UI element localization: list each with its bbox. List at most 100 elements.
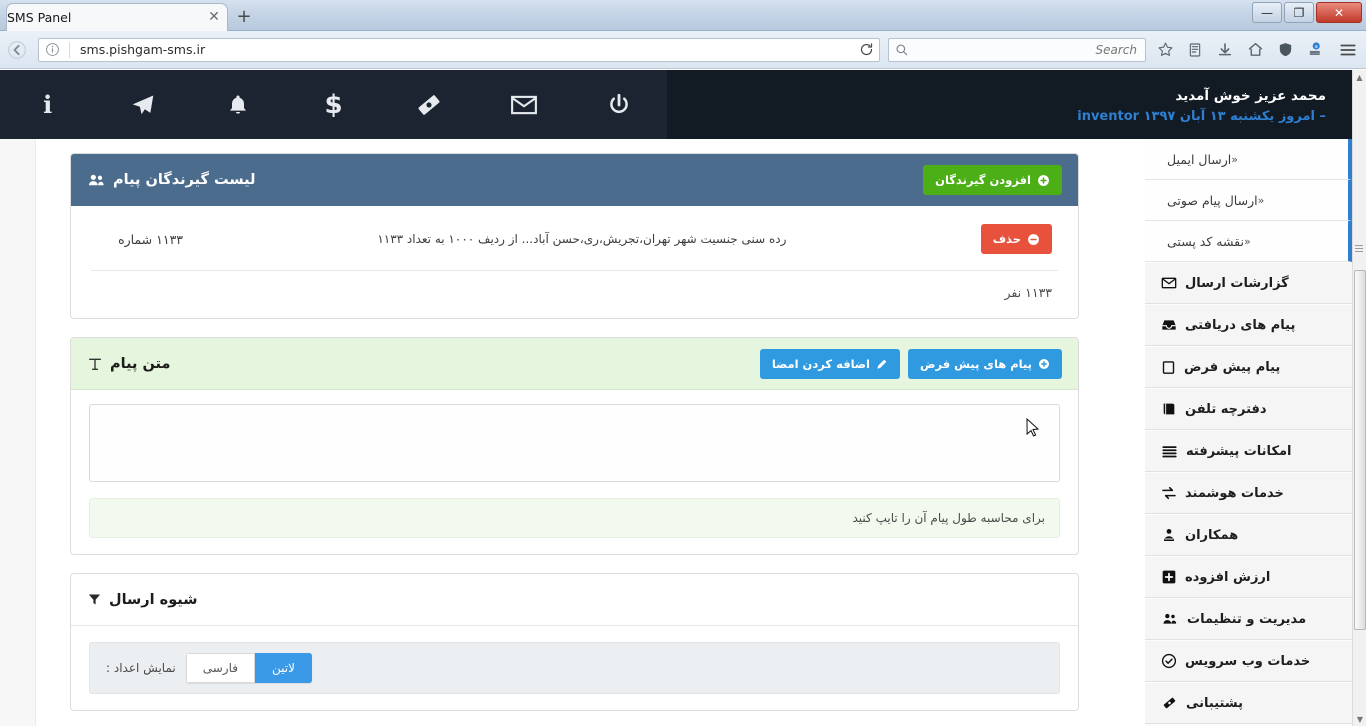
sidebar-item-label: مدیریت و تنظیمات bbox=[1187, 611, 1307, 627]
info-icon[interactable]: i bbox=[0, 70, 95, 139]
sidebar-item-4[interactable]: امکانات پیشرفته bbox=[1145, 430, 1352, 472]
filter-icon bbox=[88, 594, 101, 605]
url-bar[interactable]: sms.pishgam-sms.ir bbox=[38, 35, 880, 65]
download-icon[interactable] bbox=[1210, 35, 1240, 65]
bookmark-star-icon[interactable] bbox=[1150, 35, 1180, 65]
sidebar-item-label: خدمات هوشمند bbox=[1185, 485, 1284, 501]
sidebar-subitem[interactable]: «ارسال ایمیل bbox=[1145, 139, 1352, 180]
recipients-panel-body: حذف رده سنی جنسیت شهر تهران،تجریش،ری،حسن… bbox=[71, 206, 1078, 318]
number-display-option-row: فارسی لاتین نمایش اعداد : bbox=[89, 642, 1060, 694]
welcome-greeting: محمد عزیز خوش آمدید bbox=[1175, 88, 1326, 104]
add-recipients-button[interactable]: افزودن گیرندگان bbox=[923, 165, 1062, 195]
search-bar[interactable]: Search bbox=[888, 37, 1146, 62]
site-info-icon[interactable] bbox=[39, 35, 65, 65]
ticket-icon[interactable] bbox=[381, 70, 476, 139]
message-textarea[interactable] bbox=[89, 404, 1060, 482]
message-length-hint: برای محاسبه طول پیام آن را تایپ کنید bbox=[89, 498, 1060, 538]
sidebar-item-label: پشتیبانی bbox=[1186, 695, 1243, 711]
new-tab-button[interactable]: + bbox=[232, 6, 256, 30]
users-icon bbox=[1161, 611, 1179, 627]
sidebar-mainitems: گزارشات ارسال پیام های دریافتی پیام پیش فر… bbox=[1145, 262, 1352, 724]
power-icon[interactable] bbox=[572, 70, 667, 139]
envelope-icon[interactable] bbox=[476, 70, 571, 139]
paper-plane-icon[interactable] bbox=[95, 70, 190, 139]
send-method-title-wrap: شیوه ارسال bbox=[87, 592, 197, 608]
recipients-panel-title: لیست گیرندگان پیام bbox=[113, 172, 256, 188]
recipient-row: حذف رده سنی جنسیت شهر تهران،تجریش،ری،حسن… bbox=[91, 224, 1058, 271]
users-icon bbox=[88, 174, 104, 185]
sidebar-item-label: ارزش افزوده bbox=[1185, 569, 1271, 585]
reload-icon[interactable] bbox=[853, 39, 879, 61]
delete-recipient-button[interactable]: حذف bbox=[980, 224, 1052, 254]
url-separator bbox=[69, 41, 70, 58]
welcome-date-line: – امروز یکشنبه ۱۳ آبان ۱۳۹۷ inventor bbox=[1077, 107, 1326, 127]
default-messages-button[interactable]: پیام های پیش فرض bbox=[907, 348, 1062, 379]
text-icon bbox=[89, 358, 101, 370]
sidebar-subitem-label: ارسال پیام صوتی bbox=[1167, 192, 1258, 208]
sidebar-subitem[interactable]: «نقشه کد پستی bbox=[1145, 221, 1352, 262]
recipient-number: ۱۱۳۳ شماره bbox=[118, 231, 183, 247]
sidebar-item-5[interactable]: خدمات هوشمند bbox=[1145, 472, 1352, 514]
scroll-down-arrow[interactable]: ▼ bbox=[1353, 712, 1366, 726]
minimize-button[interactable]: — bbox=[1252, 2, 1282, 23]
sidebar-item-10[interactable]: پشتیبانی bbox=[1145, 682, 1352, 724]
app-topbar: $ i محمد عزیز خوش آمدید – امروز یکشنبه ۱… bbox=[0, 70, 1352, 139]
tab-close-icon[interactable]: ✕ bbox=[205, 9, 223, 27]
page-scrollbar[interactable]: ▲ ▼ bbox=[1352, 70, 1366, 726]
browser-tab[interactable]: ✕ SMS Panel bbox=[6, 3, 228, 31]
menu-hamburger-icon[interactable] bbox=[1330, 35, 1366, 65]
chevron-left-icon: « bbox=[1231, 152, 1238, 166]
bell-icon[interactable] bbox=[191, 70, 286, 139]
dollar-icon[interactable]: $ bbox=[286, 70, 381, 139]
close-button[interactable]: ✕ bbox=[1316, 2, 1362, 23]
back-icon[interactable] bbox=[0, 35, 34, 65]
account-icon[interactable]: a bbox=[1300, 35, 1330, 65]
add-signature-button[interactable]: اضافه کردن امضا bbox=[759, 348, 900, 379]
sidebar-item-8[interactable]: مدیریت و تنظیمات bbox=[1145, 598, 1352, 640]
chevron-left-icon: « bbox=[1257, 193, 1265, 207]
scrollbar-thumb[interactable] bbox=[1354, 270, 1366, 630]
restore-button[interactable]: ❐ bbox=[1284, 2, 1314, 23]
welcome-date: – امروز یکشنبه ۱۳ آبان ۱۳۹۷ bbox=[1143, 108, 1326, 124]
main-content: افزودن گیرندگان لیست گیرندگان پیام حذف ر… bbox=[36, 139, 1113, 726]
note-icon bbox=[1161, 360, 1176, 375]
minus-circle-icon bbox=[1028, 233, 1039, 245]
sidebar-item-label: همکاران bbox=[1185, 527, 1239, 543]
url-text: sms.pishgam-sms.ir bbox=[80, 42, 206, 57]
recipients-panel: افزودن گیرندگان لیست گیرندگان پیام حذف ر… bbox=[70, 153, 1079, 319]
scroll-up-arrow[interactable]: ▲ bbox=[1353, 70, 1366, 84]
message-panel-title-wrap: متن پیام bbox=[87, 356, 170, 372]
sidebar-item-label: خدمات وب سرویس bbox=[1185, 653, 1311, 669]
sidebar-item-1[interactable]: پیام های دریافتی bbox=[1145, 304, 1352, 346]
number-format-toggle-1[interactable]: لاتین bbox=[254, 653, 312, 683]
sidebar-item-2[interactable]: پیام پیش فرض bbox=[1145, 346, 1352, 388]
number-display-toggle[interactable]: فارسی لاتین bbox=[185, 653, 312, 683]
sidebar-item-label: امکانات پیشرفته bbox=[1186, 443, 1292, 459]
envelope-icon bbox=[1161, 275, 1177, 291]
recipients-panel-title-wrap: لیست گیرندگان پیام bbox=[87, 171, 255, 190]
chevron-left-icon: « bbox=[1243, 234, 1251, 248]
sidebar-item-6[interactable]: همکاران bbox=[1145, 514, 1352, 556]
pencil-icon bbox=[877, 359, 887, 369]
home-icon[interactable] bbox=[1240, 35, 1270, 65]
scrollbar-grip-icon bbox=[1355, 245, 1363, 252]
recipients-total-count: ۱۱۳۳ نفر bbox=[1004, 285, 1052, 300]
sidebar-subitem[interactable]: «ارسال پیام صوتی bbox=[1145, 180, 1352, 221]
sidebar-menu: «ارسال ایمیل «ارسال پیام صوتی «نقشه کد پست… bbox=[1145, 139, 1352, 726]
tab-title: SMS Panel bbox=[7, 10, 72, 25]
library-icon[interactable] bbox=[1180, 35, 1210, 65]
sidebar-item-label: دفترچه تلفن bbox=[1185, 401, 1267, 417]
sidebar-item-7[interactable]: ارزش افزوده bbox=[1145, 556, 1352, 598]
number-format-toggle-0[interactable]: فارسی bbox=[185, 653, 255, 683]
message-panel-title: متن پیام bbox=[110, 355, 171, 372]
add-signature-label: اضافه کردن امضا bbox=[771, 356, 870, 371]
plus-circle-icon bbox=[1039, 358, 1049, 369]
sidebar-item-0[interactable]: گزارشات ارسال bbox=[1145, 262, 1352, 304]
sidebar-item-9[interactable]: خدمات وب سرویس bbox=[1145, 640, 1352, 682]
send-method-title: شیوه ارسال bbox=[109, 591, 198, 608]
sidebar-item-3[interactable]: دفترچه تلفن bbox=[1145, 388, 1352, 430]
number-display-label: نمایش اعداد : bbox=[106, 661, 176, 675]
sidebar-item-label: پیام های دریافتی bbox=[1185, 317, 1296, 333]
check-circle-icon bbox=[1161, 653, 1177, 669]
shield-icon[interactable] bbox=[1270, 35, 1300, 65]
